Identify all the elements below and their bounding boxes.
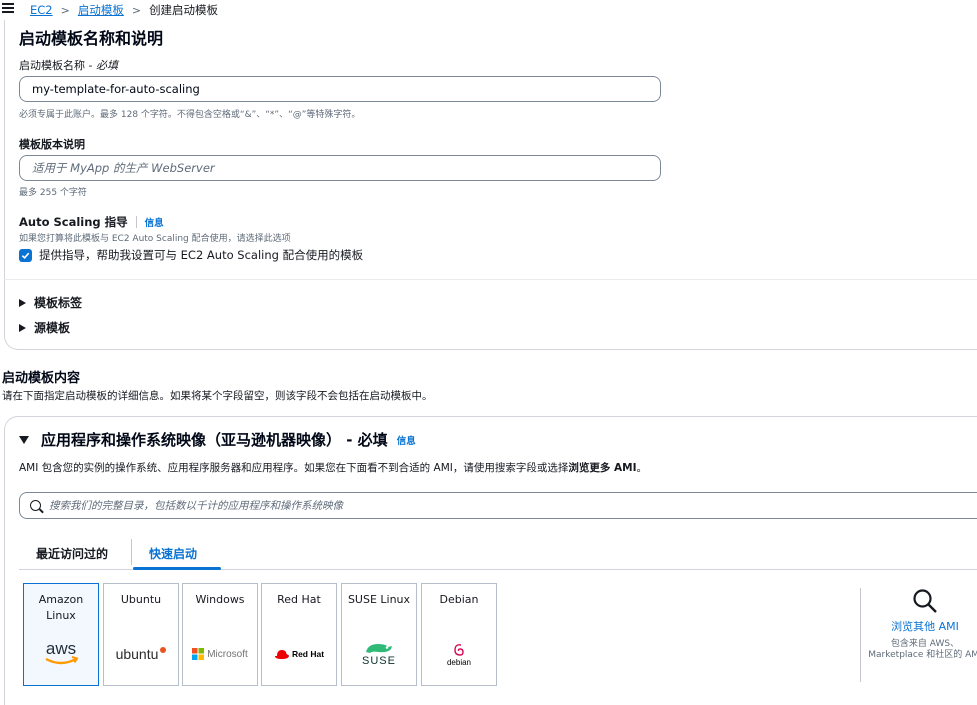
menu-icon[interactable]	[2, 2, 14, 14]
os-card-label: Ubuntu	[120, 593, 162, 606]
os-card-debian[interactable]: Debian debian	[421, 583, 497, 686]
expander-source-template[interactable]: 源模板	[19, 319, 70, 336]
ubuntu-logo-text: ubuntu	[115, 646, 159, 662]
ami-info-link[interactable]: 信息	[397, 433, 416, 447]
divider	[135, 216, 137, 228]
auto-scaling-checkbox-label: 提供指导，帮助我设置可与 EC2 Auto Scaling 配合使用的模板	[39, 248, 364, 262]
chevron-right-icon: >	[60, 3, 70, 17]
redhat-logo-icon: Red Hat	[262, 638, 336, 670]
ami-desc-text: AMI 包含您的实例的操作系统、应用程序服务器和应用程序。如果您在下面看不到合适…	[19, 462, 569, 474]
os-card-ubuntu[interactable]: Ubuntu ubuntu	[103, 583, 179, 686]
template-name-label: 启动模板名称 - 必填	[19, 57, 118, 73]
os-card-red-hat[interactable]: Red Hat Red Hat	[261, 583, 337, 686]
aws-logo-text: aws	[46, 639, 76, 658]
expander-label: 模板标签	[34, 296, 83, 310]
microsoft-logo-icon: Microsoft	[183, 638, 257, 670]
auto-scaling-info-link[interactable]: 信息	[145, 215, 164, 229]
microsoft-logo-text: Microsoft	[207, 648, 248, 660]
browse-other-ami-desc: 包含来自 AWS、Marketplace 和社区的 AMI	[868, 639, 977, 660]
breadcrumb-ec2[interactable]: EC2	[30, 3, 53, 17]
os-card-label: Debian	[439, 593, 479, 606]
os-card-label: SUSE Linux	[347, 593, 411, 606]
caret-right-icon	[19, 298, 26, 307]
content-section-desc: 请在下面指定启动模板的详细信息。如果将某个字段留空，则该字段不会包括在启动模板中…	[2, 390, 433, 402]
ami-section-title[interactable]: 应用程序和操作系统映像（亚马逊机器映像） - 必填 信息	[19, 429, 416, 450]
expander-template-tags[interactable]: 模板标签	[19, 294, 82, 311]
ami-search-input[interactable]: 搜索我们的完整目录，包括数以千计的应用程序和操作系统映像	[19, 492, 977, 519]
debian-logo-text: debian	[446, 657, 472, 667]
redhat-logo-text: Red Hat	[291, 649, 325, 659]
os-card-suse-linux[interactable]: SUSE Linux SUSE	[341, 583, 417, 686]
template-name-input[interactable]: my-template-for-auto-scaling	[19, 76, 661, 102]
tab-quick-start[interactable]: 快速启动	[149, 536, 197, 570]
content-section-title: 启动模板内容	[2, 371, 81, 386]
version-description-label: 模板版本说明	[19, 138, 85, 151]
breadcrumb-launch-templates[interactable]: 启动模板	[78, 2, 124, 18]
template-name-label-text: 启动模板名称 -	[19, 59, 96, 72]
chevron-right-icon: >	[131, 3, 142, 17]
breadcrumb-current: 创建启动模板	[149, 3, 219, 17]
os-card-label: Red Hat	[277, 593, 321, 606]
os-card-amazon-linux[interactable]: Amazon Linux aws	[23, 583, 99, 686]
checkbox-checked-icon[interactable]	[19, 248, 32, 262]
browse-other-ami[interactable]: 浏览其他 AMI 包含来自 AWS、Marketplace 和社区的 AMI	[868, 588, 977, 661]
divider	[4, 279, 977, 280]
divider	[860, 588, 861, 682]
auto-scaling-guidance-title: Auto Scaling 指导 信息	[19, 214, 164, 230]
divider	[131, 539, 132, 565]
os-card-label: Amazon Linux	[38, 593, 84, 622]
search-placeholder: 搜索我们的完整目录，包括数以千计的应用程序和操作系统映像	[49, 500, 343, 512]
caret-down-icon	[19, 435, 29, 444]
version-description-hint: 最多 255 个字符	[19, 188, 87, 198]
browse-other-ami-link[interactable]: 浏览其他 AMI	[891, 618, 959, 634]
ami-section-desc: AMI 包含您的实例的操作系统、应用程序服务器和应用程序。如果您在下面看不到合适…	[19, 460, 647, 475]
active-tab-indicator	[133, 567, 221, 570]
template-name-hint: 必须专属于此账户。最多 128 个字符。不得包含空格或“&”、“*”、“@”等特…	[19, 110, 361, 120]
ami-title-text: 应用程序和操作系统映像（亚马逊机器映像） - 必填	[41, 431, 388, 449]
ubuntu-logo-icon: ubuntu	[104, 638, 178, 670]
suse-logo-icon: SUSE	[342, 638, 416, 670]
required-marker: 必填	[95, 59, 118, 72]
browse-more-ami-text: 浏览更多 AMI	[568, 462, 637, 474]
ubuntu-circle-icon	[160, 647, 167, 653]
breadcrumb-bar: EC2 > 启动模板 > 创建启动模板	[0, 0, 977, 20]
suse-logo-text: SUSE	[362, 655, 396, 667]
auto-scaling-title-text: Auto Scaling 指导	[19, 215, 128, 229]
expander-label: 源模板	[34, 321, 71, 335]
auto-scaling-checkbox-row[interactable]: 提供指导，帮助我设置可与 EC2 Auto Scaling 配合使用的模板	[19, 247, 363, 263]
os-card-label: Windows	[195, 593, 245, 606]
ami-tabs: 最近访问过的 快速启动	[19, 536, 977, 570]
breadcrumb: EC2 > 启动模板 > 创建启动模板	[30, 2, 218, 18]
template-section-title: 启动模板名称和说明	[19, 29, 164, 48]
version-description-input[interactable]: 适用于 MyApp 的生产 WebServer	[19, 155, 661, 181]
os-card-windows[interactable]: Windows Microsoft	[182, 583, 258, 686]
search-icon[interactable]	[912, 588, 938, 614]
debian-logo-icon: debian	[422, 638, 496, 670]
aws-logo-icon: aws	[24, 638, 98, 670]
caret-right-icon	[19, 323, 26, 332]
auto-scaling-desc: 如果您打算将此模板与 EC2 Auto Scaling 配合使用，请选择此选项	[19, 234, 291, 244]
ami-desc-suffix: 。	[636, 462, 648, 474]
search-icon	[30, 500, 41, 511]
tab-recently-visited[interactable]: 最近访问过的	[36, 536, 108, 570]
template-name-panel	[4, 20, 977, 350]
